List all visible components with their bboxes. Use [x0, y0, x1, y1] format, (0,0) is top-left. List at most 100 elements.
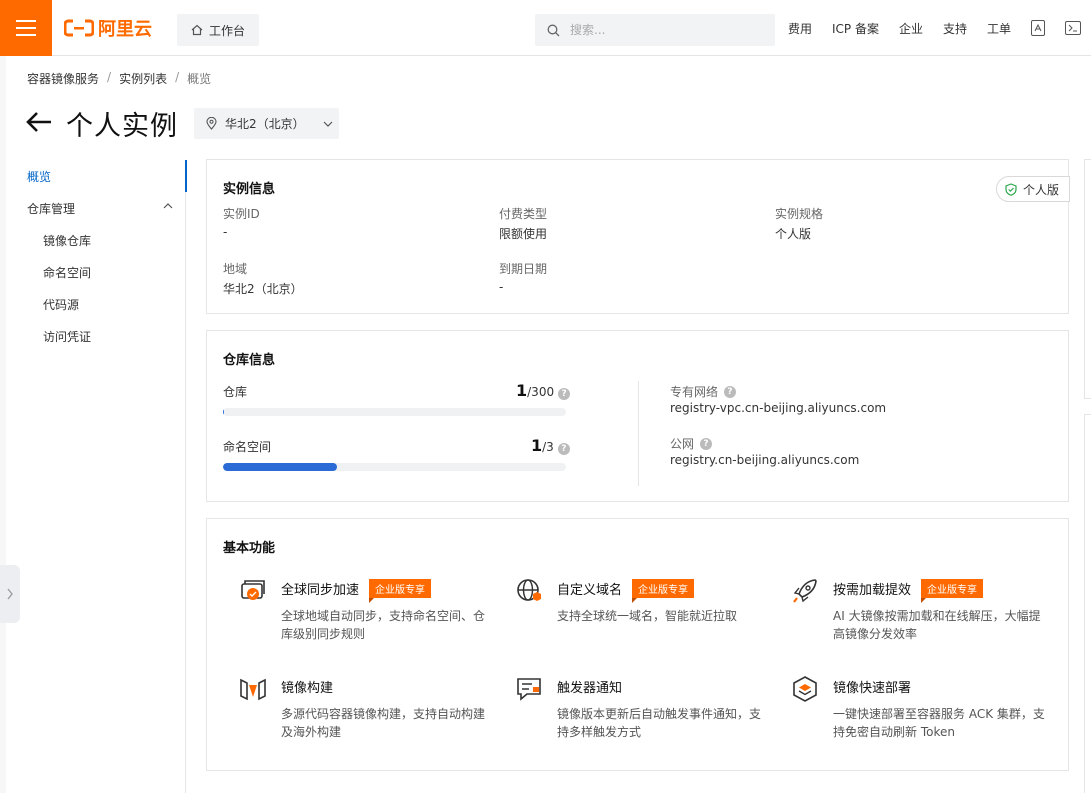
feature-name: 镜像构建 [281, 681, 334, 696]
field-value: - [499, 280, 504, 294]
workbench-label: 工作台 [208, 23, 245, 38]
page-header: 个人实例 [26, 104, 178, 143]
workbench-button[interactable]: 工作台 [177, 14, 259, 46]
nav-item-image-repos[interactable]: 镜像仓库 [20, 224, 185, 256]
feature-description: 一键快速部署至容器服务 ACK 集群，支持免密自动刷新 Token [833, 707, 1045, 739]
app-icon[interactable] [1031, 20, 1046, 36]
feature-name: 按需加载提效 [833, 583, 912, 598]
nav-item-code-source[interactable]: 代码源 [20, 288, 185, 320]
card-title: 仓库信息 [223, 353, 276, 368]
help-icon[interactable]: ? [557, 443, 570, 455]
field-value: 华北2（北京） [223, 282, 303, 296]
page-title: 个人实例 [66, 111, 178, 142]
link-icp[interactable]: ICP 备案 [832, 20, 879, 37]
location-pin-icon [206, 117, 217, 130]
repo-progress-fill [223, 408, 225, 416]
repo-count-label: 仓库 [223, 385, 248, 399]
link-ticket[interactable]: 工单 [987, 20, 1011, 37]
terminal-icon[interactable] [1065, 21, 1082, 35]
public-label-row: 公网 ? [670, 435, 713, 452]
card-title: 实例信息 [223, 182, 276, 197]
enterprise-tag: 企业版专享 [632, 579, 695, 603]
namespace-progress-bar [223, 463, 566, 471]
nav-item-namespaces[interactable]: 命名空间 [20, 256, 185, 288]
repo-total: /300 [527, 385, 555, 399]
nav-item-overview[interactable]: 概览 [20, 160, 187, 192]
field-label: 付费类型 [499, 207, 548, 221]
build-icon [240, 678, 266, 701]
back-arrow-icon[interactable] [26, 110, 52, 138]
repo-count: 1/300 ? [516, 381, 571, 400]
search-icon [547, 24, 560, 36]
help-icon[interactable]: ? [724, 385, 737, 398]
nav-group-repo-management[interactable]: 仓库管理 [20, 192, 185, 224]
vertical-divider [638, 381, 639, 486]
notification-icon [517, 678, 541, 701]
breadcrumb: 容器镜像服务 / 实例列表 / 概览 [27, 70, 211, 87]
top-navbar: 阿里云 工作台 费用 ICP 备案 企业 支持 工单 [0, 0, 1091, 56]
feature-description: 多源代码容器镜像构建，支持自动构建及海外构建 [281, 707, 486, 739]
search-input[interactable] [570, 23, 750, 37]
field-value: - [223, 225, 228, 239]
namespace-count: 1/3 ? [531, 436, 570, 455]
shield-check-icon [1005, 182, 1017, 196]
chevron-down-icon [323, 121, 333, 127]
enterprise-tag: 企业版专享 [921, 579, 984, 603]
help-icon[interactable]: ? [700, 437, 713, 450]
breadcrumb-item[interactable]: 实例列表 [119, 70, 167, 87]
nav-item-access-credential[interactable]: 访问凭证 [20, 320, 185, 352]
feature-name: 触发器通知 [557, 681, 623, 696]
namespace-count-label: 命名空间 [223, 440, 272, 454]
search-box[interactable] [535, 14, 775, 46]
feature-description: 镜像版本更新后自动触发事件通知，支持多样触发方式 [557, 707, 762, 739]
field-label: 实例规格 [775, 207, 824, 221]
edition-badge-label: 个人版 [1022, 182, 1059, 197]
chevron-up-icon [163, 203, 173, 209]
menu-icon[interactable] [0, 0, 52, 56]
expand-sidebar-chevron-icon[interactable] [0, 565, 20, 623]
right-panel-edge [1084, 159, 1091, 399]
vpc-label: 专有网络 [670, 385, 719, 399]
region-selector[interactable]: 华北2（北京） [194, 108, 339, 139]
aliyun-logo[interactable]: 阿里云 [64, 16, 152, 40]
enterprise-tag: 企业版专享 [369, 579, 432, 603]
home-icon [191, 24, 203, 36]
feature-name: 全球同步加速 [281, 583, 360, 598]
region-label: 华北2（北京） [225, 117, 305, 131]
field-label: 实例ID [223, 207, 260, 221]
link-billing[interactable]: 费用 [788, 20, 812, 37]
left-edge-strip [0, 56, 6, 793]
card-title: 基本功能 [223, 541, 276, 556]
public-endpoint[interactable]: registry.cn-beijing.aliyuncs.com [670, 453, 859, 467]
aliyun-logo-icon [64, 19, 94, 37]
field-label: 地域 [223, 262, 248, 276]
repo-used: 1 [516, 381, 528, 400]
public-label: 公网 [670, 437, 695, 451]
feature-description: 支持全球统一域名，智能就近拉取 [557, 609, 738, 623]
breadcrumb-separator: / [107, 70, 112, 84]
breadcrumb-separator: / [175, 70, 180, 84]
edition-badge: 个人版 [995, 176, 1070, 202]
link-support[interactable]: 支持 [943, 20, 967, 37]
namespace-total: /3 [542, 440, 554, 454]
link-enterprise[interactable]: 企业 [899, 20, 923, 37]
instance-info-card: 实例信息 个人版 实例ID - 付费类型 限额使用 实例规格 个人版 地域 华北… [206, 159, 1070, 314]
right-panel-edge [1084, 414, 1091, 793]
namespace-progress-fill [223, 463, 338, 471]
breadcrumb-item[interactable]: 容器镜像服务 [27, 70, 99, 87]
repo-info-card: 仓库信息 仓库 1/300 ? 命名空间 1/3 ? 专有网络 ? regist… [206, 330, 1069, 502]
vpc-endpoint[interactable]: registry-vpc.cn-beijing.aliyuncs.com [670, 401, 886, 415]
help-icon[interactable]: ? [558, 388, 571, 400]
field-value: 限额使用 [499, 227, 548, 241]
feature-description: 全球地域自动同步，支持命名空间、仓库级别同步规则 [281, 609, 486, 641]
globe-icon [517, 579, 541, 601]
global-sync-icon [241, 580, 265, 600]
field-value: 个人版 [775, 227, 812, 241]
nav-item-label: 镜像仓库 [43, 233, 92, 248]
namespace-used: 1 [531, 436, 543, 455]
nav-item-label: 概览 [27, 169, 52, 184]
feature-name: 镜像快速部署 [833, 681, 912, 696]
feature-description: AI 大镜像按需加载和在线解压，大幅提高镜像分发效率 [833, 609, 1041, 641]
feature-name: 自定义域名 [557, 583, 623, 598]
side-navigation: 概览 仓库管理 镜像仓库 命名空间 代码源 访问凭证 [20, 160, 187, 793]
